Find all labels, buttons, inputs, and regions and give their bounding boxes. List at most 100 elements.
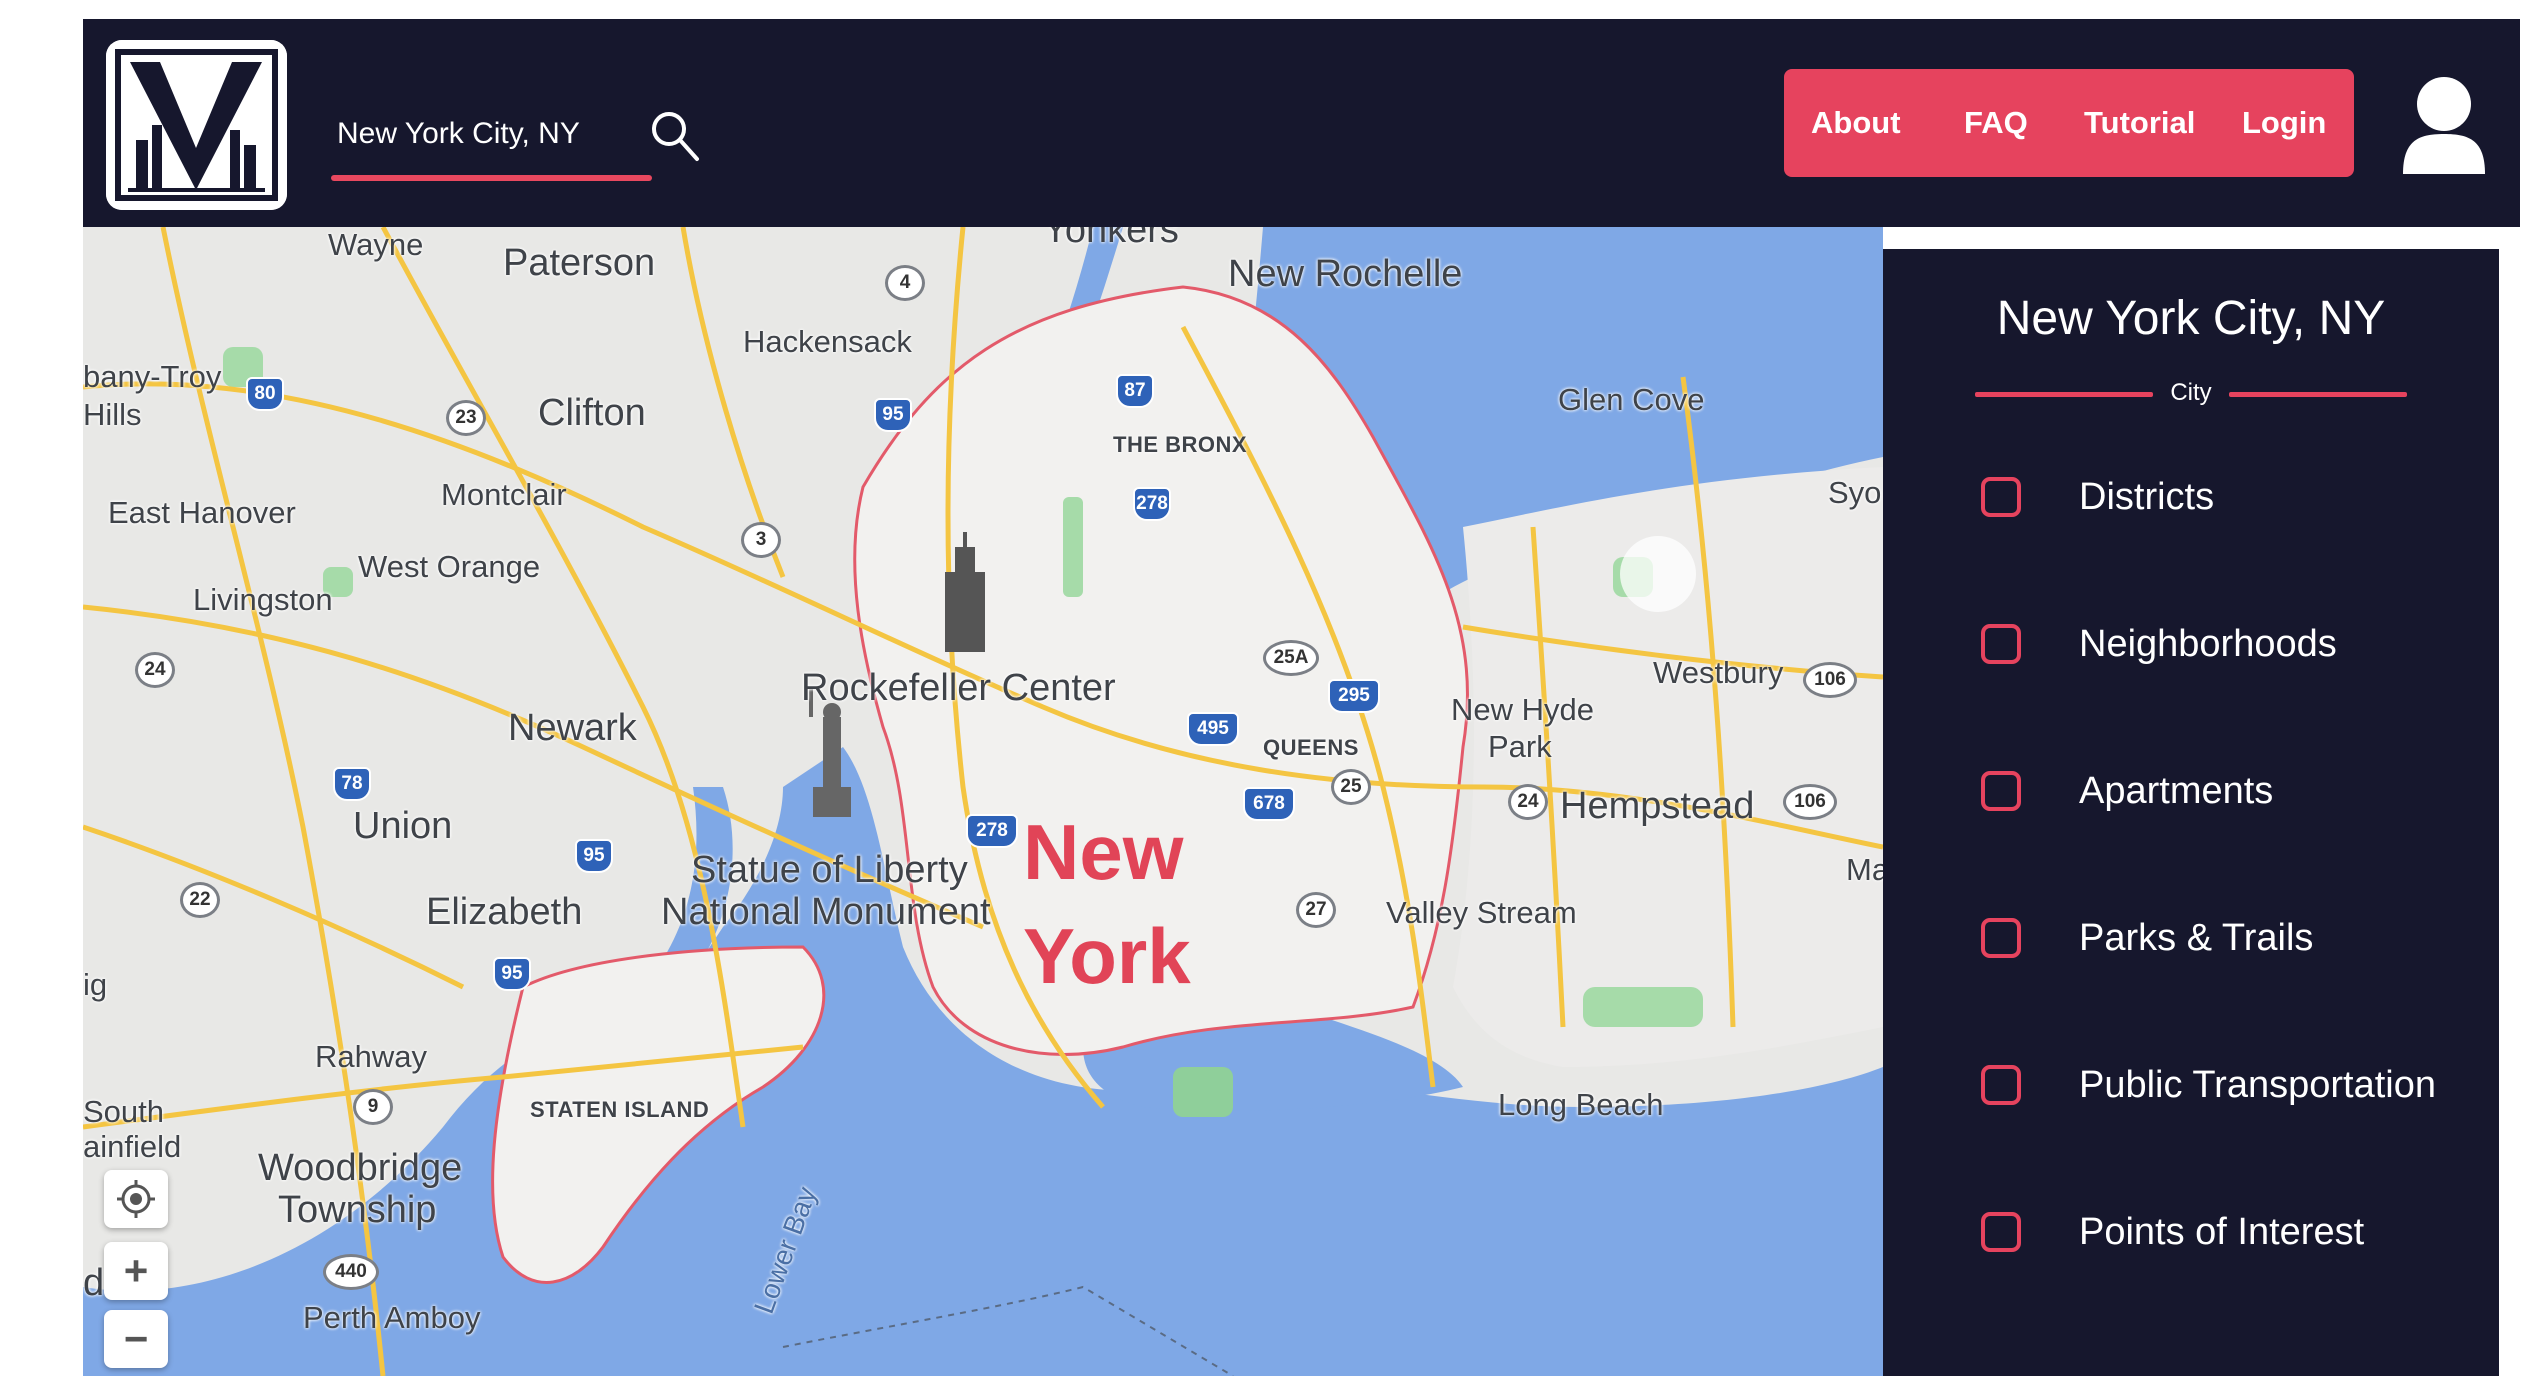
divider <box>2229 392 2407 397</box>
map-label-union: Union <box>353 805 453 847</box>
map-label-ig: ig <box>83 967 108 1002</box>
layer-label: Public Transportation <box>2079 1064 2436 1106</box>
crosshair-icon <box>117 1180 155 1218</box>
zoom-in-button[interactable]: + <box>104 1242 168 1300</box>
nav-tutorial[interactable]: Tutorial <box>2084 69 2195 177</box>
map-label-rahway: Rahway <box>315 1039 427 1074</box>
route-shield: 25 <box>1331 769 1371 805</box>
interstate-shield: 278 <box>966 814 1018 848</box>
nav-about[interactable]: About <box>1811 69 1901 177</box>
map-label-elizabeth: Elizabeth <box>426 891 583 933</box>
layer-label: Parks & Trails <box>2079 917 2314 959</box>
search-icon <box>652 112 699 161</box>
map-label-valley-stream: Valley Stream <box>1386 895 1577 930</box>
layer-label: Apartments <box>2079 770 2274 812</box>
interstate-shield: 678 <box>1243 787 1295 821</box>
layer-points-of-interest[interactable]: Points of Interest <box>1981 1204 2461 1274</box>
map-label-queens: QUEENS <box>1263 735 1359 760</box>
map-label-new-york-line1: New <box>1023 808 1184 896</box>
layer-checkbox[interactable] <box>1981 1065 2021 1105</box>
top-header: About FAQ Tutorial Login <box>83 19 2520 227</box>
interstate-shield: 80 <box>246 377 284 411</box>
route-shield: 24 <box>135 652 175 688</box>
layer-apartments[interactable]: Apartments <box>1981 763 2461 833</box>
route-shield: 9 <box>353 1089 393 1125</box>
logo-icon <box>106 40 287 210</box>
route-shield: 3 <box>741 522 781 558</box>
interstate-shield: 78 <box>333 767 371 801</box>
route-shield: 106 <box>1783 784 1837 820</box>
nav-faq[interactable]: FAQ <box>1964 69 2028 177</box>
route-shield: 106 <box>1803 662 1857 698</box>
user-icon <box>2403 77 2485 174</box>
layer-label: Points of Interest <box>2079 1211 2365 1253</box>
interstate-shield: 87 <box>1116 374 1154 408</box>
interstate-shield: 278 <box>1133 487 1171 521</box>
map-label-township: Township <box>278 1189 437 1231</box>
layer-label: Neighborhoods <box>2079 623 2337 665</box>
main-nav: About FAQ Tutorial Login <box>1784 69 2354 177</box>
interstate-shield: 295 <box>1328 679 1380 713</box>
map-label-albany-troy: bany-Troy <box>83 359 222 394</box>
panel-title: New York City, NY <box>1996 292 2386 345</box>
route-shield: 4 <box>885 265 925 301</box>
map-label-glen-cove: Glen Cove <box>1558 382 1705 417</box>
map-label-woodbridge: Woodbridge <box>258 1147 463 1189</box>
map-label-paterson: Paterson <box>503 242 656 284</box>
map-label-yonkers: Yonkers <box>1043 227 1179 251</box>
layer-parks-trails[interactable]: Parks & Trails <box>1981 910 2461 980</box>
route-shield: 22 <box>180 882 220 918</box>
layer-checkbox[interactable] <box>1981 477 2021 517</box>
map-label-park: Park <box>1488 729 1552 764</box>
layer-checkbox[interactable] <box>1981 624 2021 664</box>
layer-checkbox[interactable] <box>1981 918 2021 958</box>
route-shield: 25A <box>1263 640 1319 676</box>
layer-districts[interactable]: Districts <box>1981 469 2461 539</box>
map-label-wayne: Wayne <box>328 227 424 262</box>
interstate-shield: 95 <box>493 957 531 991</box>
layer-label: Districts <box>2079 476 2215 518</box>
map-view[interactable]: Wayne Paterson Yonkers New Rochelle Hack… <box>83 227 1883 1376</box>
map-label-plainfield: ainfield <box>83 1129 182 1164</box>
search-button[interactable] <box>647 107 705 167</box>
interstate-shield: 95 <box>575 839 613 873</box>
search-bar <box>331 109 738 193</box>
map-label-east-hanover: East Hanover <box>108 495 296 530</box>
location-search-input[interactable] <box>331 109 663 159</box>
layer-public-transportation[interactable]: Public Transportation <box>1981 1057 2461 1127</box>
map-label-montclair: Montclair <box>441 477 567 512</box>
map-label-statue-line1: Statue of Liberty <box>691 849 968 891</box>
zoom-out-button[interactable]: − <box>104 1310 168 1368</box>
map-label-long-beach: Long Beach <box>1498 1087 1664 1122</box>
map-label-livingston: Livingston <box>193 582 333 617</box>
interstate-shield: 495 <box>1187 712 1239 746</box>
layer-neighborhoods[interactable]: Neighborhoods <box>1981 616 2461 686</box>
user-account-button[interactable] <box>2399 74 2489 179</box>
route-shield: 440 <box>323 1254 379 1290</box>
map-label-new-hyde: New Hyde <box>1451 692 1594 727</box>
route-shield: 27 <box>1296 892 1336 928</box>
map-label-westbury: Westbury <box>1653 655 1784 690</box>
map-label-clifton: Clifton <box>538 392 646 434</box>
brand-logo[interactable] <box>106 40 287 210</box>
nav-login[interactable]: Login <box>2242 69 2326 177</box>
map-label-new-york-line2: York <box>1023 912 1191 1000</box>
map-label-hackensack: Hackensack <box>743 324 912 359</box>
layer-checkbox[interactable] <box>1981 1212 2021 1252</box>
map-label-rockefeller-center: Rockefeller Center <box>801 667 1116 709</box>
map-label-statue-line2: National Monument <box>661 891 991 933</box>
my-location-button[interactable] <box>104 1170 168 1228</box>
map-label-the-bronx: THE BRONX <box>1113 432 1248 457</box>
map-label-syo: Syo <box>1828 475 1882 510</box>
route-shield: 24 <box>1508 784 1548 820</box>
map-label-south: South <box>83 1094 165 1129</box>
map-label-new-rochelle: New Rochelle <box>1228 253 1463 295</box>
route-shield: 23 <box>446 400 486 436</box>
layer-checkbox[interactable] <box>1981 771 2021 811</box>
map-label-newark: Newark <box>508 707 637 749</box>
search-underline <box>331 175 652 181</box>
interstate-shield: 95 <box>874 398 912 432</box>
map-label-staten-island: STATEN ISLAND <box>530 1097 710 1122</box>
map-label-hempstead: Hempstead <box>1560 785 1755 827</box>
map-label-perth-amboy: Perth Amboy <box>303 1300 481 1335</box>
